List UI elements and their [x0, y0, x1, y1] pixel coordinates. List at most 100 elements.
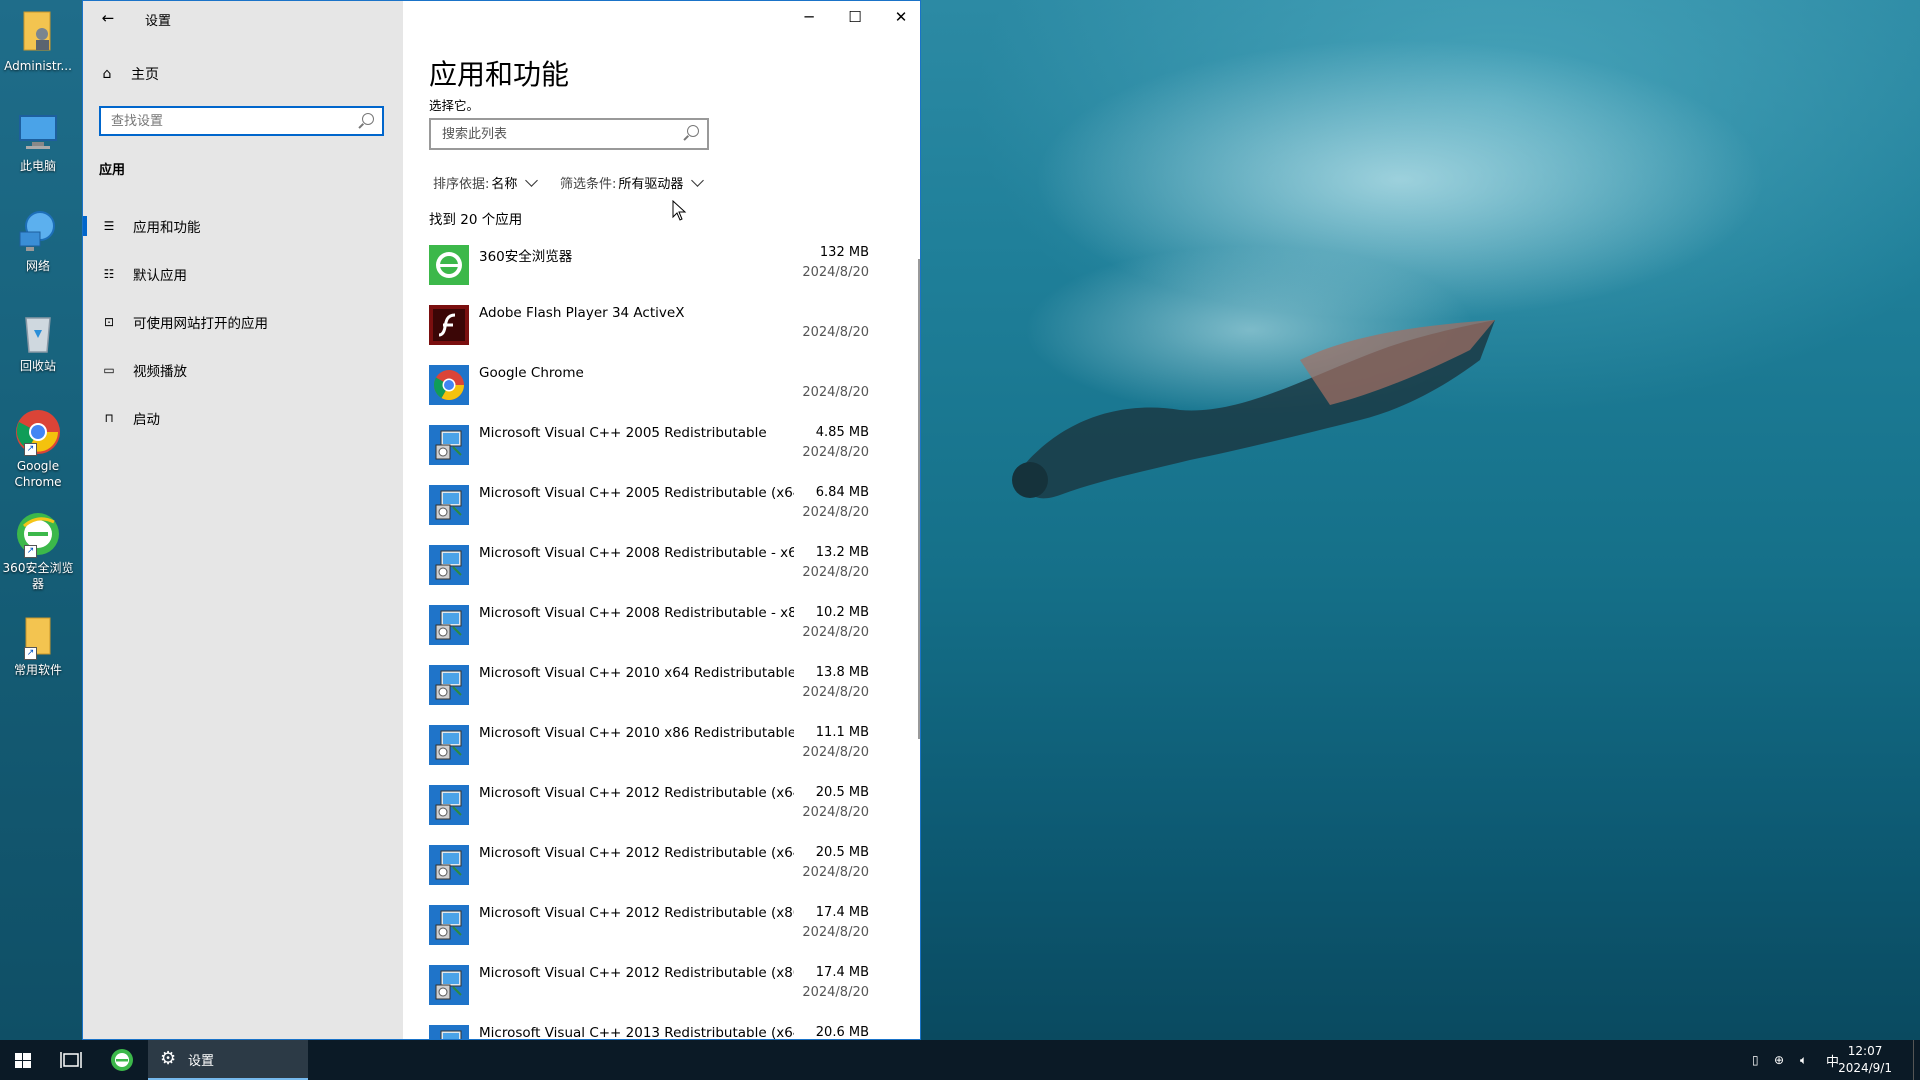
wallpaper-swimmer-image — [1012, 320, 1495, 499]
app-list-item[interactable]: Microsoft Visual C++ 2012 Redistributabl… — [429, 841, 869, 901]
desktop-icon-label: 常用软件 — [13, 663, 62, 677]
app-list-search-box[interactable] — [429, 118, 709, 150]
desktop-icon-common-software[interactable]: ↗ 常用软件 — [0, 612, 76, 678]
user-folder-icon — [14, 8, 62, 56]
taskbar-360-browser[interactable] — [102, 1040, 142, 1080]
app-list-item[interactable]: Adobe Flash Player 34 ActiveX 2024/8/20 — [429, 301, 869, 361]
app-list-search-input[interactable] — [440, 120, 684, 148]
desktop-icon-google-chrome[interactable]: ↗ Google Chrome — [0, 408, 76, 490]
app-list-item[interactable]: Microsoft Visual C++ 2012 Redistributabl… — [429, 781, 869, 841]
app-size: 4.85 MB — [815, 425, 869, 440]
task-view-button[interactable] — [48, 1040, 94, 1080]
installer-icon — [429, 425, 469, 465]
app-list-item[interactable]: Microsoft Visual C++ 2010 x86 Redistribu… — [429, 721, 869, 781]
app-list-item[interactable]: Microsoft Visual C++ 2012 Redistributabl… — [429, 901, 869, 961]
flash-icon — [429, 305, 469, 345]
shortcut-arrow-icon: ↗ — [24, 443, 37, 456]
shortcut-arrow-icon: ↗ — [24, 647, 37, 660]
desktop-icon-360-browser[interactable]: ↗ 360安全浏览器 — [0, 510, 76, 592]
settings-search-input[interactable] — [109, 108, 353, 134]
settings-search-box[interactable] — [99, 106, 384, 136]
app-install-date: 2024/8/20 — [802, 745, 869, 760]
app-install-date: 2024/8/20 — [802, 445, 869, 460]
app-list-item[interactable]: 360安全浏览器 132 MB 2024/8/20 — [429, 241, 869, 301]
chrome-icon: ↗ — [14, 408, 62, 456]
filter-dropdown[interactable]: 筛选条件: 所有驱动器 — [560, 173, 705, 192]
desktop-icon-network[interactable]: 网络 — [0, 208, 76, 274]
tray-network-globe-icon[interactable]: ⊕ — [1774, 1040, 1784, 1080]
settings-nav-pane: ← 设置 ⌂ 主页 应用 ☰ 应用和功能 ☷ 默认应用 ⊡ 可使用网站打开的应用… — [83, 1, 403, 1039]
app-name: Microsoft Visual C++ 2010 x86 Redistribu… — [479, 725, 794, 741]
installer-icon — [429, 605, 469, 645]
360-browser-icon — [429, 245, 469, 285]
sidebar-item-startup[interactable]: ⊓ 启动 — [83, 398, 403, 438]
desktop-icon-recycle-bin[interactable]: 回收站 — [0, 308, 76, 374]
app-install-date: 2024/8/20 — [802, 985, 869, 1000]
sidebar-item-video-playback[interactable]: ▭ 视频播放 — [83, 350, 403, 390]
app-install-date: 2024/8/20 — [802, 805, 869, 820]
installer-icon — [429, 545, 469, 585]
app-size: 10.2 MB — [815, 605, 869, 620]
tray-ime-indicator[interactable]: 中 — [1826, 1040, 1839, 1080]
task-view-icon — [60, 1052, 82, 1068]
installer-icon — [429, 785, 469, 825]
app-size: 20.6 MB — [815, 1025, 869, 1040]
mouse-cursor-icon — [672, 200, 687, 221]
app-list-item[interactable]: Microsoft Visual C++ 2005 Redistributabl… — [429, 481, 869, 541]
app-list-item[interactable]: Microsoft Visual C++ 2010 x64 Redistribu… — [429, 661, 869, 721]
app-size: 132 MB — [819, 245, 869, 260]
taskbar-app-label: 设置 — [188, 1053, 215, 1069]
app-list-item[interactable]: Microsoft Visual C++ 2013 Redistributabl… — [429, 1021, 869, 1040]
page-subtitle: 选择它。 — [429, 98, 480, 113]
app-list-item[interactable]: Microsoft Visual C++ 2008 Redistributabl… — [429, 541, 869, 601]
installer-icon — [429, 905, 469, 945]
chrome-icon — [429, 365, 469, 405]
sidebar-item-label: 视频播放 — [133, 364, 187, 380]
sidebar-item-default-apps[interactable]: ☷ 默认应用 — [83, 254, 403, 294]
desktop-icon-label: 360安全浏览器 — [2, 561, 74, 591]
app-install-date: 2024/8/20 — [802, 385, 869, 400]
sidebar-item-apps-features[interactable]: ☰ 应用和功能 — [83, 206, 403, 246]
desktop-icon-this-pc[interactable]: 此电脑 — [0, 108, 76, 174]
search-icon[interactable] — [687, 125, 699, 137]
desktop-icon-user-folder[interactable]: Administr... — [0, 8, 76, 74]
list-icon: ☰ — [103, 219, 115, 233]
sidebar-item-website-apps[interactable]: ⊡ 可使用网站打开的应用 — [83, 302, 403, 342]
desktop-icon-label: 回收站 — [19, 359, 56, 373]
desktop-icon-label: 网络 — [25, 259, 50, 273]
tray-volume-muted-icon[interactable]: 🔈︎ — [1800, 1040, 1807, 1080]
show-desktop-button[interactable] — [1913, 1040, 1920, 1080]
website-apps-icon: ⊡ — [103, 315, 115, 329]
desktop-icon-label: Google Chrome — [14, 459, 62, 489]
start-button[interactable] — [0, 1040, 46, 1080]
back-arrow-icon[interactable]: ← — [95, 5, 121, 31]
app-list-item[interactable]: Google Chrome 2024/8/20 — [429, 361, 869, 421]
sort-dropdown[interactable]: 排序依据: 名称 — [433, 173, 539, 192]
video-icon: ▭ — [103, 363, 115, 377]
app-size: 13.8 MB — [815, 665, 869, 680]
app-list-item[interactable]: Microsoft Visual C++ 2012 Redistributabl… — [429, 961, 869, 1021]
installer-icon — [429, 665, 469, 705]
nav-home-label: 主页 — [131, 67, 159, 83]
app-size: 20.5 MB — [815, 785, 869, 800]
taskbar-settings-app[interactable]: ⚙ 设置 — [148, 1040, 308, 1080]
app-name: Microsoft Visual C++ 2012 Redistributabl… — [479, 965, 794, 981]
app-install-date: 2024/8/20 — [802, 625, 869, 640]
tray-usb-icon[interactable]: ▯ — [1752, 1040, 1759, 1080]
taskbar-clock[interactable]: 12:07 2024/9/1 — [1838, 1043, 1892, 1077]
installer-icon — [429, 725, 469, 765]
app-size: 17.4 MB — [815, 905, 869, 920]
app-list-scrollbar[interactable] — [918, 259, 920, 739]
app-install-date: 2024/8/20 — [802, 325, 869, 340]
sidebar-item-label: 可使用网站打开的应用 — [133, 316, 268, 332]
found-apps-count: 找到 20 个应用 — [429, 212, 523, 228]
app-name: 360安全浏览器 — [479, 249, 573, 265]
app-list: 360安全浏览器 132 MB 2024/8/20 Adobe Flash Playe… — [429, 241, 869, 1040]
gear-icon: ⚙ — [160, 1048, 177, 1069]
nav-home[interactable]: ⌂ 主页 — [97, 63, 159, 85]
search-icon[interactable] — [362, 113, 374, 125]
app-list-item[interactable]: Microsoft Visual C++ 2008 Redistributabl… — [429, 601, 869, 661]
app-list-item[interactable]: Microsoft Visual C++ 2005 Redistributabl… — [429, 421, 869, 481]
app-name: Microsoft Visual C++ 2012 Redistributabl… — [479, 785, 794, 801]
app-name: Microsoft Visual C++ 2008 Redistributabl… — [479, 545, 794, 561]
